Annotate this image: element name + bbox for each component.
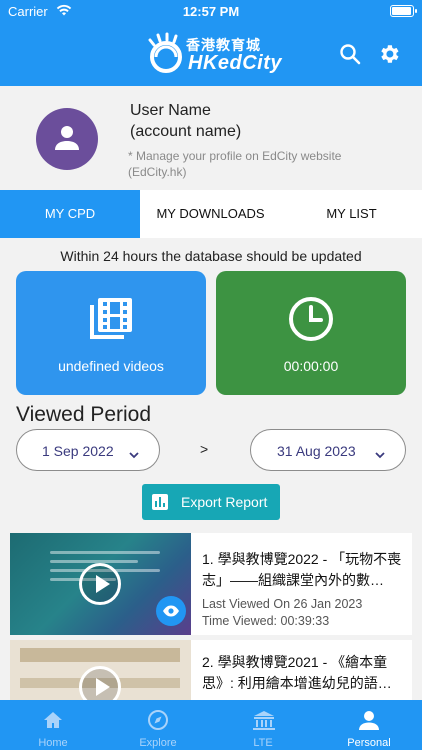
profile-note[interactable]: * Manage your profile on EdCity website … [128, 148, 388, 180]
home-icon [42, 709, 64, 736]
play-icon[interactable] [79, 563, 121, 605]
item-last-viewed: Last Viewed On 26 Jan 2023 [202, 597, 363, 611]
video-thumbnail[interactable] [10, 640, 191, 700]
play-icon[interactable] [79, 666, 121, 700]
bar-chart-icon [151, 493, 169, 516]
export-report-label: Export Report [181, 494, 268, 510]
tab-my-cpd[interactable]: MY CPD [0, 190, 140, 238]
viewed-period-title: Viewed Period [16, 403, 152, 426]
app-header: 香港教育城 HKedCity [0, 22, 422, 86]
user-name: User Name [130, 102, 211, 119]
start-date-picker[interactable]: 1 Sep 2022 [16, 429, 160, 471]
person-icon [358, 709, 380, 736]
end-date-picker[interactable]: 31 Aug 2023 [250, 429, 406, 471]
nav-personal-label: Personal [347, 737, 391, 749]
start-date-value: 1 Sep 2022 [42, 443, 114, 459]
nav-personal[interactable]: Personal [327, 700, 411, 750]
search-icon[interactable] [338, 42, 362, 66]
chevron-down-icon [375, 446, 385, 462]
videos-stat-card[interactable]: undefined videos [16, 271, 206, 395]
item-title: 2. 學與教博覽2021 - 《繪本童思》: 利用繪本增進幼兒的語… [202, 654, 392, 691]
list-item[interactable]: 2. 學與教博覽2021 - 《繪本童思》: 利用繪本增進幼兒的語… [10, 640, 412, 700]
date-range-separator: > [200, 441, 209, 457]
bottom-nav: Home Explore LTE Personal [0, 700, 422, 750]
nav-lte[interactable]: LTE [221, 700, 305, 750]
tab-my-downloads[interactable]: MY DOWNLOADS [140, 190, 281, 238]
nav-lte-label: LTE [253, 737, 273, 749]
avatar[interactable] [36, 108, 98, 170]
time-stat-card[interactable]: 00:00:00 [216, 271, 406, 395]
building-icon [252, 709, 276, 736]
end-date-value: 31 Aug 2023 [277, 443, 356, 459]
videos-count-label: undefined videos [58, 358, 164, 374]
video-library-icon [87, 295, 135, 348]
hkedcity-logo[interactable]: 香港教育城 HKedCity [146, 32, 286, 76]
nav-explore-label: Explore [139, 737, 177, 749]
item-title: 1. 學與教博覽2022 - 「玩物不喪志」——組織課堂內外的數… [202, 551, 402, 588]
clock-time: 12:57 PM [182, 4, 240, 19]
item-time-viewed: Time Viewed: 00:39:33 [202, 614, 330, 628]
logo-english-text: HKedCity [188, 52, 283, 74]
person-icon [55, 126, 79, 150]
video-thumbnail[interactable] [10, 533, 191, 635]
tab-my-list[interactable]: MY LIST [281, 190, 422, 238]
battery-icon [390, 5, 417, 17]
eye-icon[interactable] [156, 596, 186, 626]
profile-section: User Name (account name) * Manage your p… [0, 86, 422, 190]
export-report-button[interactable]: Export Report [142, 484, 280, 520]
clock-icon [287, 295, 335, 348]
account-name: (account name) [130, 123, 242, 140]
gear-icon[interactable] [377, 42, 401, 66]
list-item[interactable]: 1. 學與教博覽2022 - 「玩物不喪志」——組織課堂內外的數… Last V… [10, 533, 412, 635]
nav-explore[interactable]: Explore [116, 700, 200, 750]
nav-home[interactable]: Home [11, 700, 95, 750]
compass-icon [147, 709, 169, 736]
nav-home-label: Home [38, 737, 68, 749]
chevron-down-icon [129, 446, 139, 462]
tab-bar: MY CPD MY DOWNLOADS MY LIST [0, 190, 422, 238]
logo-mark-icon [148, 32, 182, 73]
time-total-label: 00:00:00 [283, 358, 339, 374]
update-notice: Within 24 hours the database should be u… [60, 248, 362, 264]
status-bar: Carrier 12:57 PM [0, 0, 422, 22]
